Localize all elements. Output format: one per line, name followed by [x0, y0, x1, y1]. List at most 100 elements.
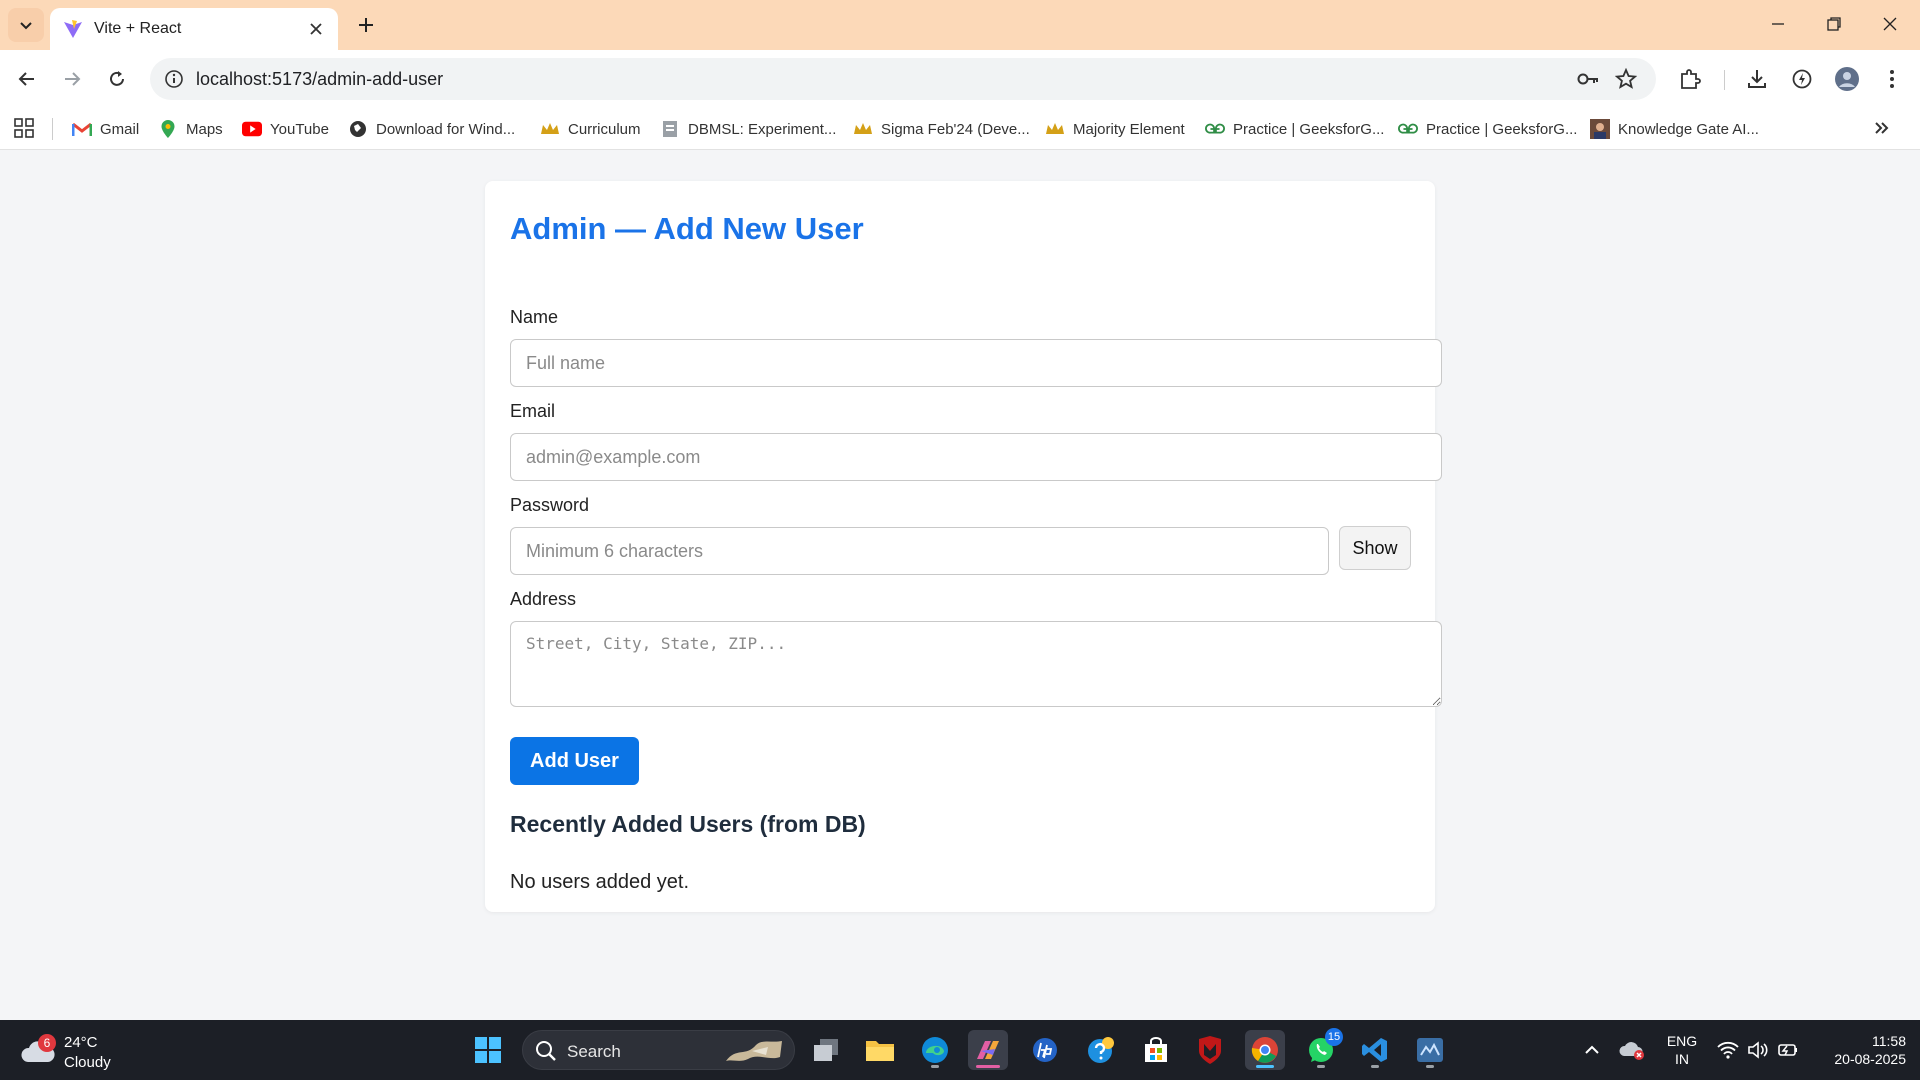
gfg-icon [1205, 119, 1225, 139]
new-tab-button[interactable] [350, 10, 382, 40]
key-icon[interactable] [1576, 67, 1600, 91]
address-bar[interactable]: localhost:5173/admin-add-user [150, 58, 1656, 100]
forward-button[interactable] [55, 62, 89, 96]
volume-button[interactable] [1742, 1034, 1774, 1066]
task-view-button[interactable] [806, 1030, 846, 1070]
close-window-button[interactable] [1870, 8, 1910, 40]
start-button[interactable] [468, 1030, 508, 1070]
bookmark-dbmsl[interactable]: DBMSL: Experiment... [660, 114, 836, 144]
restore-button[interactable] [1814, 8, 1854, 40]
bookmark-label: Sigma Feb'24 (Deve... [881, 120, 1030, 138]
doc-icon [660, 119, 680, 139]
name-input[interactable] [510, 339, 1442, 387]
show-password-button[interactable]: Show [1339, 526, 1411, 570]
task-view-icon [814, 1039, 838, 1061]
profile-button[interactable] [1830, 62, 1864, 96]
bookmark-gfg-1[interactable]: Practice | GeeksforG... [1205, 114, 1384, 144]
vscode-icon [1362, 1038, 1387, 1062]
show-hidden-icons-button[interactable] [1576, 1034, 1608, 1066]
add-user-button[interactable]: Add User [510, 737, 639, 785]
crown-icon [540, 119, 560, 139]
onedrive-button[interactable] [1616, 1034, 1648, 1066]
password-input[interactable] [510, 527, 1329, 575]
help-button[interactable] [1081, 1030, 1121, 1070]
name-label: Name [510, 307, 559, 327]
bookmark-maps[interactable]: Maps [158, 114, 223, 144]
arrow-left-icon [18, 72, 34, 86]
performance-button[interactable] [1785, 62, 1819, 96]
browser-tab-strip: Vite + React [0, 0, 1920, 50]
language-indicator[interactable]: ENG IN [1664, 1032, 1700, 1068]
address-label: Address [510, 589, 577, 609]
help-icon [1088, 1037, 1114, 1063]
bookmark-label: Maps [186, 120, 223, 138]
file-explorer-button[interactable] [860, 1030, 900, 1070]
bookmarks-bar: Gmail Maps YouTube Download for Wind... … [0, 108, 1920, 150]
bookmark-label: Practice | GeeksforG... [1426, 120, 1578, 138]
bookmark-curriculum[interactable]: Curriculum [540, 114, 641, 144]
bookmark-download[interactable]: Download for Wind... [348, 114, 515, 144]
whatsapp-button[interactable]: 15 [1301, 1028, 1343, 1070]
empty-users-message: No users added yet. [510, 871, 689, 893]
active-indicator [1256, 1065, 1274, 1068]
bookmark-gmail[interactable]: Gmail [72, 114, 139, 144]
windows-taskbar: 6 24°C Cloudy Search 15 ENG IN 11:58 20-… [0, 1020, 1920, 1080]
address-textarea[interactable] [510, 621, 1442, 707]
tab-search-button[interactable] [8, 8, 44, 42]
weather-temp: 24°C [64, 1034, 98, 1051]
bookmark-gfg-2[interactable]: Practice | GeeksforG... [1398, 114, 1577, 144]
clock-date: 20-08-2025 [1834, 1051, 1906, 1067]
bookmark-sigma[interactable]: Sigma Feb'24 (Deve... [853, 114, 1030, 144]
taskbar-search[interactable]: Search [522, 1030, 795, 1070]
apps-grid-icon[interactable] [12, 116, 36, 140]
bookmark-majority-element[interactable]: Majority Element [1045, 114, 1185, 144]
edge-button[interactable] [915, 1030, 955, 1070]
wifi-button[interactable] [1712, 1034, 1744, 1066]
running-indicator [1426, 1065, 1434, 1068]
add-user-card: Admin — Add New User Name Email Password… [485, 181, 1442, 912]
reload-button[interactable] [100, 62, 134, 96]
site-info-icon[interactable] [162, 67, 186, 91]
edge-icon [922, 1037, 948, 1063]
performance-icon [1792, 69, 1812, 89]
app-window-button[interactable] [1410, 1030, 1450, 1070]
language-code: ENG [1666, 1033, 1698, 1049]
store-button[interactable] [1136, 1030, 1176, 1070]
globe-icon [348, 119, 368, 139]
toolbar-divider [1724, 70, 1725, 90]
clock[interactable]: 11:58 20-08-2025 [1808, 1032, 1906, 1068]
star-icon[interactable] [1614, 67, 1638, 91]
close-tab-icon[interactable] [306, 19, 326, 39]
mcafee-button[interactable] [1190, 1030, 1230, 1070]
chevron-double-right-icon[interactable] [1870, 116, 1894, 140]
bookmark-label: YouTube [270, 120, 329, 138]
extensions-button[interactable] [1673, 62, 1707, 96]
copilot-button[interactable] [968, 1030, 1008, 1070]
chrome-button[interactable] [1245, 1030, 1285, 1070]
menu-button[interactable] [1875, 62, 1909, 96]
vscode-button[interactable] [1355, 1030, 1395, 1070]
downloads-button[interactable] [1740, 62, 1774, 96]
minimize-button[interactable] [1758, 8, 1798, 40]
email-input[interactable] [510, 433, 1442, 481]
url-text[interactable]: localhost:5173/admin-add-user [196, 69, 443, 90]
arrow-right-icon [65, 72, 81, 86]
active-indicator [976, 1065, 1000, 1068]
back-button[interactable] [10, 62, 44, 96]
bookmark-knowledge-gate[interactable]: Knowledge Gate AI... [1590, 114, 1759, 144]
bookmark-label: DBMSL: Experiment... [688, 120, 837, 138]
page-viewport: Admin — Add New User Name Email Password… [0, 151, 1920, 1020]
browser-tab-active[interactable]: Vite + React [50, 8, 338, 50]
recent-users-heading: Recently Added Users (from DB) [510, 811, 866, 837]
youtube-icon [242, 119, 262, 139]
close-icon [1883, 17, 1897, 31]
search-label: Search [567, 1042, 621, 1061]
password-label: Password [510, 495, 590, 515]
gmail-icon [72, 119, 92, 139]
hp-button[interactable] [1025, 1030, 1065, 1070]
battery-button[interactable] [1772, 1034, 1804, 1066]
crown-icon [853, 119, 873, 139]
weather-widget[interactable]: 6 24°C Cloudy [20, 1028, 130, 1072]
bookmark-youtube[interactable]: YouTube [242, 114, 329, 144]
onedrive-error-icon [1619, 1042, 1644, 1060]
